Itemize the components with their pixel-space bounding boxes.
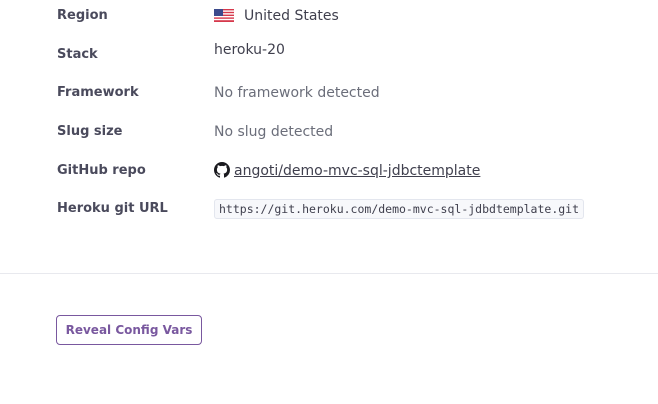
stack-label: Stack [57,47,98,62]
framework-label: Framework [57,85,139,100]
git-url-label: Heroku git URL [57,201,168,216]
github-repo-link[interactable]: angoti/demo-mvc-sql-jdbctemplate [234,163,480,179]
region-label: Region [57,8,108,23]
stack-row: Stack heroku-20 [0,42,658,67]
framework-value: No framework detected [214,85,380,101]
region-row: Region United States [0,4,658,28]
github-icon [214,162,230,178]
github-repo-value: angoti/demo-mvc-sql-jdbctemplate [214,159,480,183]
framework-row: Framework No framework detected [0,81,658,105]
slug-size-label: Slug size [57,124,123,139]
region-value-container: United States [214,4,339,28]
github-repo-row: GitHub repo angoti/demo-mvc-sql-jdbctemp… [0,159,658,183]
slug-size-value: No slug detected [214,124,334,140]
git-url-value[interactable]: https://git.heroku.com/demo-mvc-sql-jdbd… [214,199,585,219]
section-divider [0,273,658,274]
github-repo-label: GitHub repo [57,163,146,178]
reveal-config-vars-button[interactable]: Reveal Config Vars [56,315,202,345]
us-flag-icon [214,9,234,22]
git-url-row: Heroku git URL https://git.heroku.com/de… [0,197,658,221]
slug-size-row: Slug size No slug detected [0,120,658,144]
git-url-value-container: https://git.heroku.com/demo-mvc-sql-jdbd… [214,197,585,221]
region-value: United States [244,8,339,24]
stack-value: heroku-20 [214,42,285,58]
